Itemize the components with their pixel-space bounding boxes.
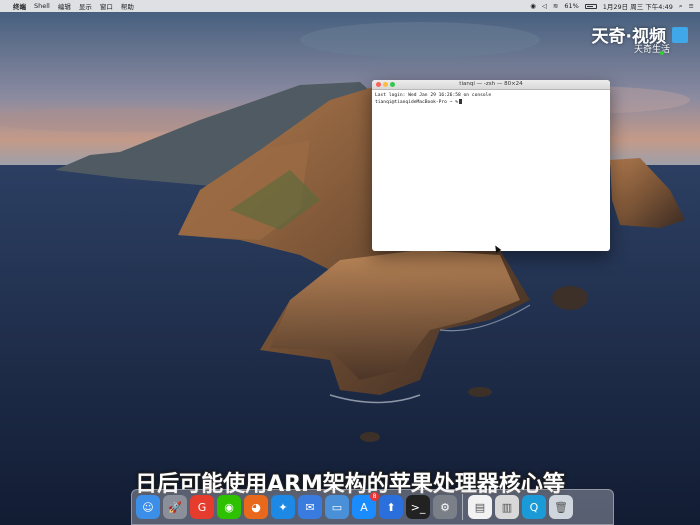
firefox-icon[interactable]: ◕: [244, 495, 268, 519]
document-icon[interactable]: ▤: [468, 495, 492, 519]
terminal-window[interactable]: tianqi — -zsh — 80×24 Last login: Wed Ja…: [372, 80, 610, 251]
trash-icon[interactable]: 🗑: [549, 495, 573, 519]
battery-icon[interactable]: [584, 3, 597, 9]
desktop-wallpaper: [0, 0, 700, 525]
app-store-icon[interactable]: A8: [352, 492, 379, 519]
system-preferences-icon[interactable]: ⚙: [433, 495, 457, 519]
archive-icon[interactable]: ▥: [495, 495, 519, 519]
terminal-prompt: tianqi@tianqideMacBook-Pro ~ %: [375, 99, 607, 106]
terminal-title: tianqi — -zsh — 80×24: [459, 81, 523, 87]
menu-item-help[interactable]: 帮助: [121, 1, 134, 11]
mail-icon[interactable]: ✉: [298, 495, 322, 519]
volume-icon[interactable]: ◁: [542, 2, 547, 10]
notification-center-icon[interactable]: ≡: [689, 2, 694, 10]
dock-separator: [462, 494, 463, 520]
terminal-content[interactable]: Last login: Wed Jan 29 16:26:58 on conso…: [372, 90, 610, 109]
menu-item-shell[interactable]: Shell: [34, 2, 50, 10]
app-g-icon[interactable]: G: [190, 495, 214, 519]
wechat-icon[interactable]: ◉: [217, 495, 241, 519]
menu-item-terminal[interactable]: 终端: [13, 1, 26, 11]
upload-icon[interactable]: ⬆: [379, 495, 403, 519]
battery-percent[interactable]: 61%: [564, 2, 578, 10]
safari-icon[interactable]: ✦: [271, 495, 295, 519]
search-icon[interactable]: ⌕: [679, 2, 683, 11]
watermark-subtext: 天奇生活: [633, 45, 670, 55]
terminal-titlebar[interactable]: tianqi — -zsh — 80×24: [372, 80, 610, 90]
quicktime-icon[interactable]: Q: [522, 495, 546, 519]
menu-item-window[interactable]: 窗口: [100, 1, 113, 11]
finder-icon[interactable]: ☺: [136, 495, 160, 519]
screen-record-icon[interactable]: ◉: [530, 2, 536, 10]
dock: ☺ 🚀 G ◉ ◕ ✦ ✉ ▭ A 8 ⬆ >_ ⚙ ▤ ▥ Q 🗑: [131, 489, 614, 525]
status-area: ◉ ◁ ≋ 61% 1月29日 周三 下午4:49 ⌕ ≡: [530, 1, 694, 12]
launchpad-icon[interactable]: 🚀: [163, 495, 187, 519]
terminal-icon[interactable]: >_: [406, 495, 430, 519]
wifi-icon[interactable]: ≋: [553, 2, 558, 10]
menu-bar: 终端 Shell 编辑 显示 窗口 帮助 ◉ ◁ ≋ 61% 1月29日 周三 …: [0, 0, 700, 12]
menubar-clock[interactable]: 1月29日 周三 下午4:49: [603, 1, 673, 11]
menu-item-edit[interactable]: 编辑: [58, 1, 71, 11]
text-cursor: [458, 99, 462, 104]
camera-indicator-icon: [660, 51, 664, 55]
folder-icon[interactable]: ▭: [325, 495, 349, 519]
notification-badge: 8: [370, 492, 379, 501]
menu-item-view[interactable]: 显示: [79, 1, 92, 11]
watermark-logo-icon: [672, 26, 688, 43]
